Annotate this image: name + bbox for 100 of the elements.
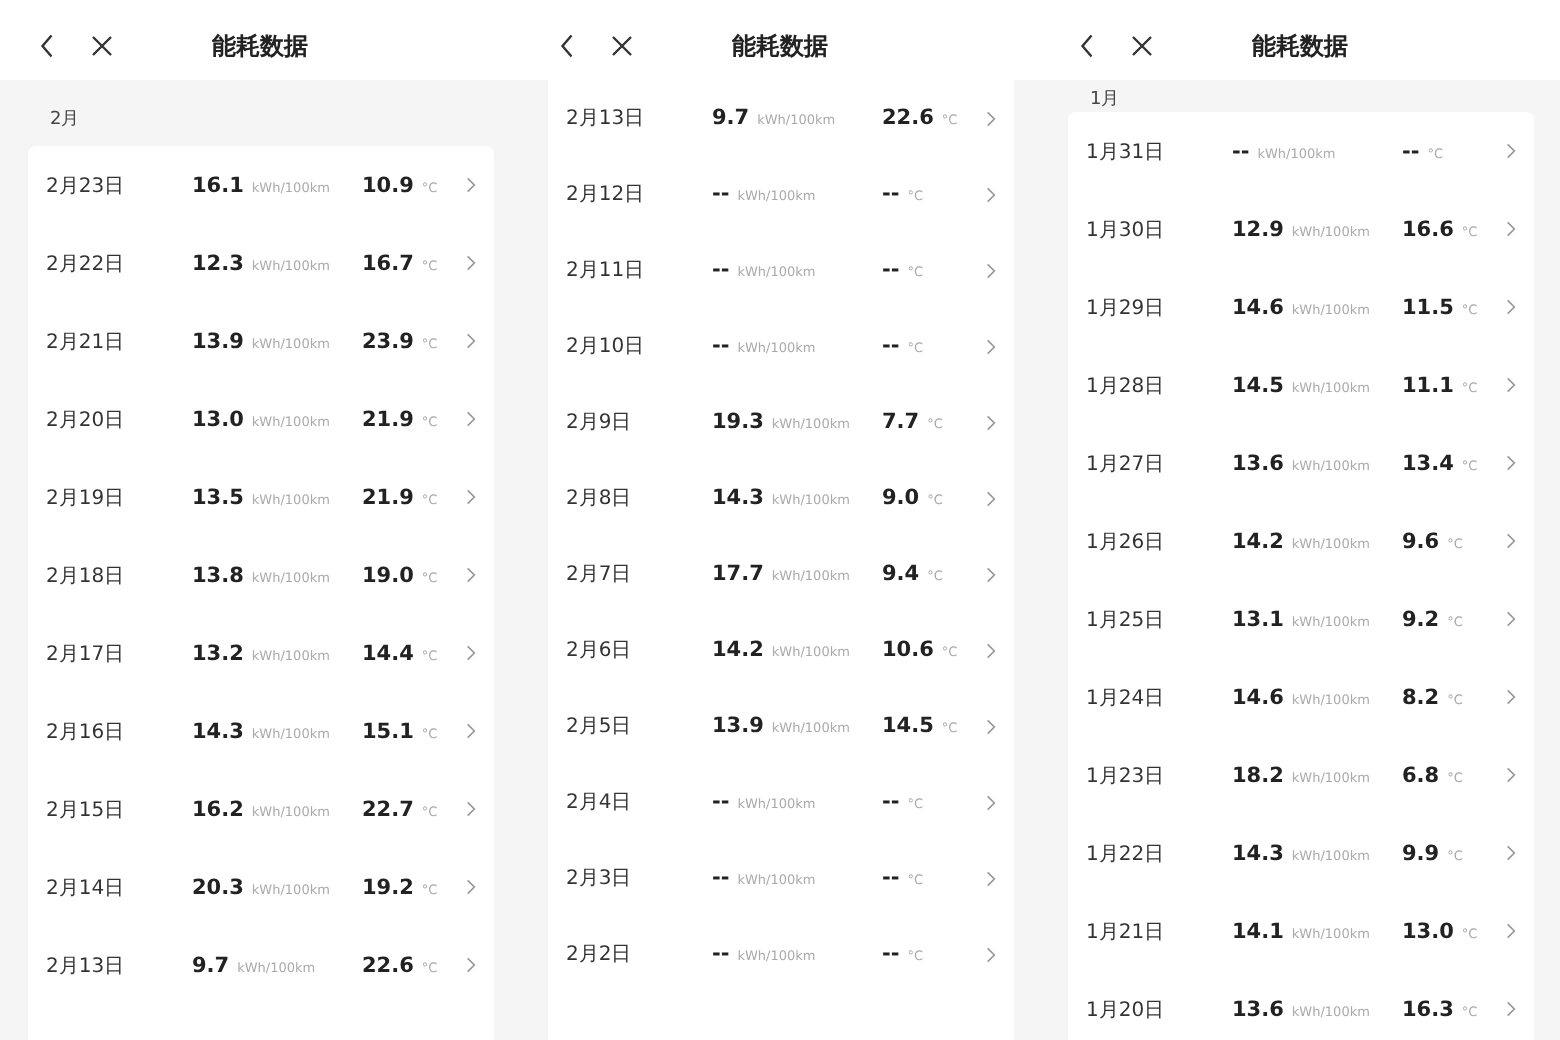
chevron-right-icon: [986, 413, 996, 431]
date-label: 1月28日: [1086, 373, 1167, 399]
date-label: 2月15日: [46, 797, 127, 823]
chevron-right-icon: [1506, 220, 1516, 238]
page-title: 能耗数据: [1252, 29, 1348, 63]
temperature-value: 14.5: [882, 714, 934, 738]
chevron-right-icon: [466, 566, 476, 584]
date-label: 2月16日: [46, 719, 127, 745]
date-label: 2月11日: [566, 258, 647, 284]
date-label: 1月31日: [1086, 139, 1167, 165]
energy-value: 13.5: [192, 485, 244, 509]
month-label: 1月: [1088, 88, 1122, 112]
energy-value: 14.3: [192, 719, 244, 743]
temperature-value: 10.6: [882, 638, 934, 662]
date-label: 1月21日: [1086, 919, 1167, 945]
temperature-value: 16.3: [1402, 997, 1454, 1021]
temperature-value: 16.7: [362, 251, 414, 275]
energy-value: 13.8: [192, 563, 244, 587]
temperature-value: 13.4: [1402, 451, 1454, 475]
date-label: 1月27日: [1086, 451, 1167, 477]
temperature-value: --: [882, 334, 900, 358]
chevron-right-icon: [1506, 844, 1516, 862]
temperature-value: --: [882, 182, 900, 206]
energy-value: 13.1: [1232, 607, 1284, 631]
temperature-value: 19.0: [362, 563, 414, 587]
energy-value: 13.9: [712, 714, 764, 738]
chevron-right-icon: [466, 410, 476, 428]
temperature-value: 8.2: [1402, 685, 1440, 709]
temperature-value: 11.5: [1402, 295, 1454, 319]
chevron-right-icon: [986, 261, 996, 279]
energy-value: 17.7: [712, 562, 764, 586]
temperature-value: --: [882, 942, 900, 966]
close-icon[interactable]: [610, 34, 634, 58]
chevron-right-icon: [1506, 376, 1516, 394]
month-label: 2月: [48, 108, 82, 134]
chevron-right-icon: [466, 176, 476, 194]
chevron-right-icon: [986, 869, 996, 887]
close-icon[interactable]: [1130, 34, 1154, 58]
chevron-right-icon: [1506, 610, 1516, 628]
temperature-value: 10.9: [362, 173, 414, 197]
chevron-right-icon: [1506, 298, 1516, 316]
energy-value: 14.5: [1232, 373, 1284, 397]
close-icon[interactable]: [90, 34, 114, 58]
chevron-right-icon: [466, 722, 476, 740]
date-label: 2月22日: [46, 251, 127, 277]
chevron-right-icon: [1506, 766, 1516, 784]
energy-value: 20.3: [192, 875, 244, 899]
temperature-value: 7.7: [882, 410, 920, 434]
temperature-value: 21.9: [362, 485, 414, 509]
energy-value: 14.3: [712, 486, 764, 510]
date-label: 1月26日: [1086, 529, 1167, 555]
energy-value: 12.9: [1232, 217, 1284, 241]
temperature-value: 6.8: [1402, 763, 1440, 787]
temperature-value: --: [882, 790, 900, 814]
temperature-value: 9.4: [882, 562, 920, 586]
date-label: 2月10日: [566, 334, 647, 360]
energy-value: 9.7: [192, 953, 230, 977]
date-label: 2月23日: [46, 173, 127, 199]
temperature-value: 22.6: [362, 953, 414, 977]
chevron-right-icon: [1506, 142, 1516, 160]
energy-value: 16.1: [192, 173, 244, 197]
energy-value: 13.6: [1232, 451, 1284, 475]
chevron-right-icon: [986, 185, 996, 203]
temperature-value: 9.9: [1402, 841, 1440, 865]
energy-value: --: [712, 182, 730, 206]
page-title: 能耗数据: [732, 29, 828, 63]
chevron-right-icon: [986, 337, 996, 355]
chevron-right-icon: [1506, 532, 1516, 550]
temperature-value: --: [1402, 139, 1420, 163]
temperature-value: 15.1: [362, 719, 414, 743]
back-icon[interactable]: [1078, 32, 1096, 60]
date-label: 2月17日: [46, 641, 127, 667]
energy-value: 14.6: [1232, 295, 1284, 319]
chevron-right-icon: [1506, 454, 1516, 472]
energy-value: 13.9: [192, 329, 244, 353]
chevron-right-icon: [1506, 1000, 1516, 1018]
date-label: 1月23日: [1086, 763, 1167, 789]
energy-value: 9.7: [712, 106, 750, 130]
temperature-value: 21.9: [362, 407, 414, 431]
date-label: 1月20日: [1086, 997, 1167, 1023]
energy-value: --: [712, 942, 730, 966]
energy-value: 13.6: [1232, 997, 1284, 1021]
chevron-right-icon: [986, 717, 996, 735]
chevron-right-icon: [986, 793, 996, 811]
date-label: 2月13日: [566, 106, 647, 132]
energy-value: 13.0: [192, 407, 244, 431]
temperature-value: --: [882, 866, 900, 890]
energy-value: --: [712, 790, 730, 814]
date-label: 2月4日: [566, 790, 634, 816]
back-icon[interactable]: [558, 32, 576, 60]
date-label: 2月14日: [46, 875, 127, 901]
date-label: 2月12日: [566, 182, 647, 208]
date-label: 2月21日: [46, 329, 127, 355]
chevron-right-icon: [986, 565, 996, 583]
date-label: 2月19日: [46, 485, 127, 511]
chevron-right-icon: [986, 641, 996, 659]
date-label: 2月3日: [566, 866, 634, 892]
chevron-right-icon: [466, 488, 476, 506]
chevron-right-icon: [466, 800, 476, 818]
back-icon[interactable]: [38, 32, 56, 60]
